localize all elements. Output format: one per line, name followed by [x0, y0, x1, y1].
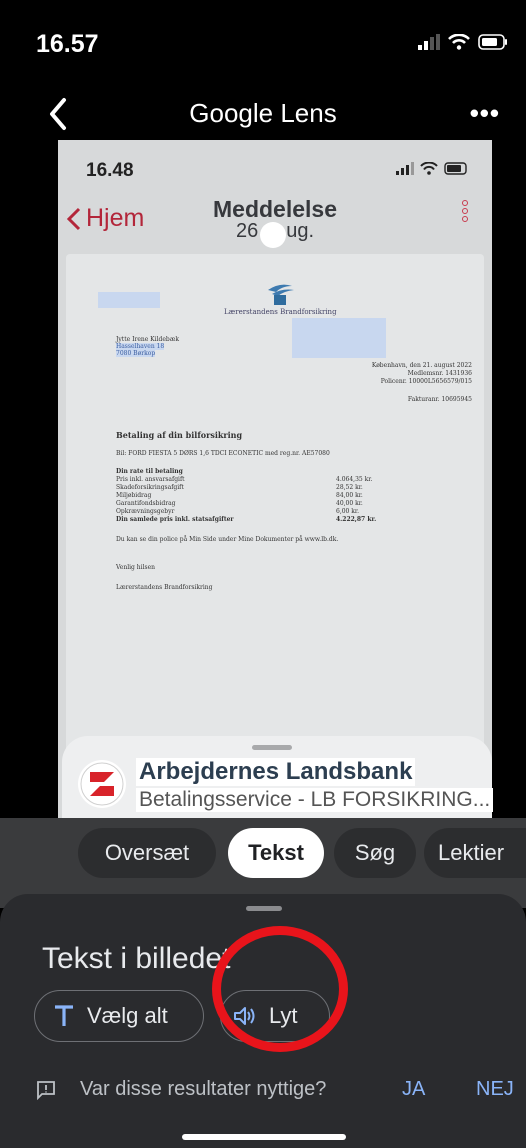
line-amount: 28,52 kr.: [336, 484, 363, 491]
photo-title: Meddelelse: [213, 196, 337, 222]
select-all-label: Vælg alt: [87, 1003, 168, 1028]
text-highlight: [98, 292, 160, 308]
line-amount: 84,00 kr.: [336, 492, 363, 499]
feedback-yes-button[interactable]: JA: [402, 1078, 425, 1101]
lens-header: Google Lens •••: [0, 84, 526, 144]
recipient-city: 7080 Børkop: [116, 350, 156, 357]
photo-date-left: 26: [235, 220, 259, 242]
photo-status-icons: [396, 162, 470, 175]
mode-selector: Oversæt Tekst Søg Lektier: [0, 828, 526, 882]
feedback-row: Var disse resultater nyttige?: [36, 1078, 326, 1101]
mode-pill-homework[interactable]: Lektier: [424, 828, 526, 878]
line-label: Opkrævningsgebyr: [116, 508, 175, 515]
line-label: Garantifondsbidrag: [116, 500, 176, 507]
recipient-name: Jytte Irene Kildebæk: [116, 336, 180, 343]
member-number: Medlemsnr. 1431936: [407, 370, 472, 377]
greeting: Venlig hilsen: [116, 564, 155, 571]
text-icon: [55, 1005, 73, 1026]
mode-pill-text[interactable]: Tekst: [228, 828, 324, 878]
car-line: Bil: FORD FIESTA 5 DØRS 1,6 TDCI ECONETI…: [116, 450, 330, 457]
bank-logo-icon: [78, 760, 126, 808]
feedback-no-button[interactable]: NEJ: [476, 1078, 514, 1101]
letter-heading: Betaling af din bilforsikring: [116, 430, 243, 440]
more-options-button[interactable]: •••: [470, 98, 500, 129]
photo-date-right: ug.: [286, 220, 315, 242]
al-logo-icon: [80, 762, 124, 806]
line-label: Miljøbidrag: [116, 492, 152, 499]
photo-menu-icon: [462, 200, 468, 222]
annotation-red-circle: [212, 926, 348, 1052]
signature: Lærerstandens Brandforsikring: [116, 584, 213, 591]
line-label: Pris inkl. ansvarsafgift: [116, 476, 185, 483]
mode-pill-translate[interactable]: Oversæt: [78, 828, 216, 878]
wifi-icon: [448, 34, 470, 50]
invoice-number: Fakturanr. 10695945: [407, 396, 472, 403]
battery-icon: [478, 34, 507, 50]
policy-note: Du kan se din police på Min Side under M…: [116, 536, 339, 543]
policy-number: Policenr. 10000L5656579/015: [380, 378, 472, 385]
status-time: 16.57: [36, 30, 99, 58]
result-subtitle: Betalingsservice - LB FORSIKRING...: [136, 788, 494, 812]
lens-selection-dot[interactable]: [260, 222, 286, 248]
company-logo-icon: [268, 284, 294, 305]
drag-handle[interactable]: [246, 906, 282, 911]
text-highlight: [292, 318, 386, 358]
line-amount: 6,00 kr.: [336, 508, 360, 515]
select-all-button[interactable]: Vælg alt: [34, 990, 204, 1042]
photo-status-time: 16.48: [86, 160, 134, 181]
app-title: Google Lens: [189, 98, 337, 128]
total-label: Din samlede pris inkl. statsafgifter: [116, 516, 234, 523]
company-name: Lærerstandens Brandforsikring: [224, 308, 337, 316]
feedback-icon: [37, 1080, 55, 1100]
mode-pill-search[interactable]: Søg: [334, 828, 416, 878]
result-title[interactable]: Arbejdernes Landsbank: [136, 758, 416, 786]
status-icons: [418, 34, 508, 50]
line-label: Skadeforsikringsafgift: [116, 484, 184, 491]
signal-icon: [396, 162, 414, 175]
total-amount: 4.222,87 kr.: [336, 516, 377, 523]
rate-heading: Din rate til betaling: [116, 468, 183, 475]
feedback-question: Var disse resultater nyttige?: [80, 1078, 327, 1100]
panel-title: Tekst i billedet: [42, 942, 231, 975]
drag-handle[interactable]: [252, 745, 292, 750]
wifi-icon: [420, 162, 438, 175]
place-date: København, den 21. august 2022: [371, 362, 472, 369]
status-bar: 16.57: [0, 0, 526, 80]
home-indicator[interactable]: [182, 1134, 346, 1140]
recipient-street: Hasselhaven 18: [116, 343, 165, 350]
line-amount: 40,00 kr.: [336, 500, 363, 507]
line-amount: 4.064,35 kr.: [336, 476, 373, 483]
battery-icon: [444, 162, 467, 175]
signal-icon: [418, 34, 440, 50]
